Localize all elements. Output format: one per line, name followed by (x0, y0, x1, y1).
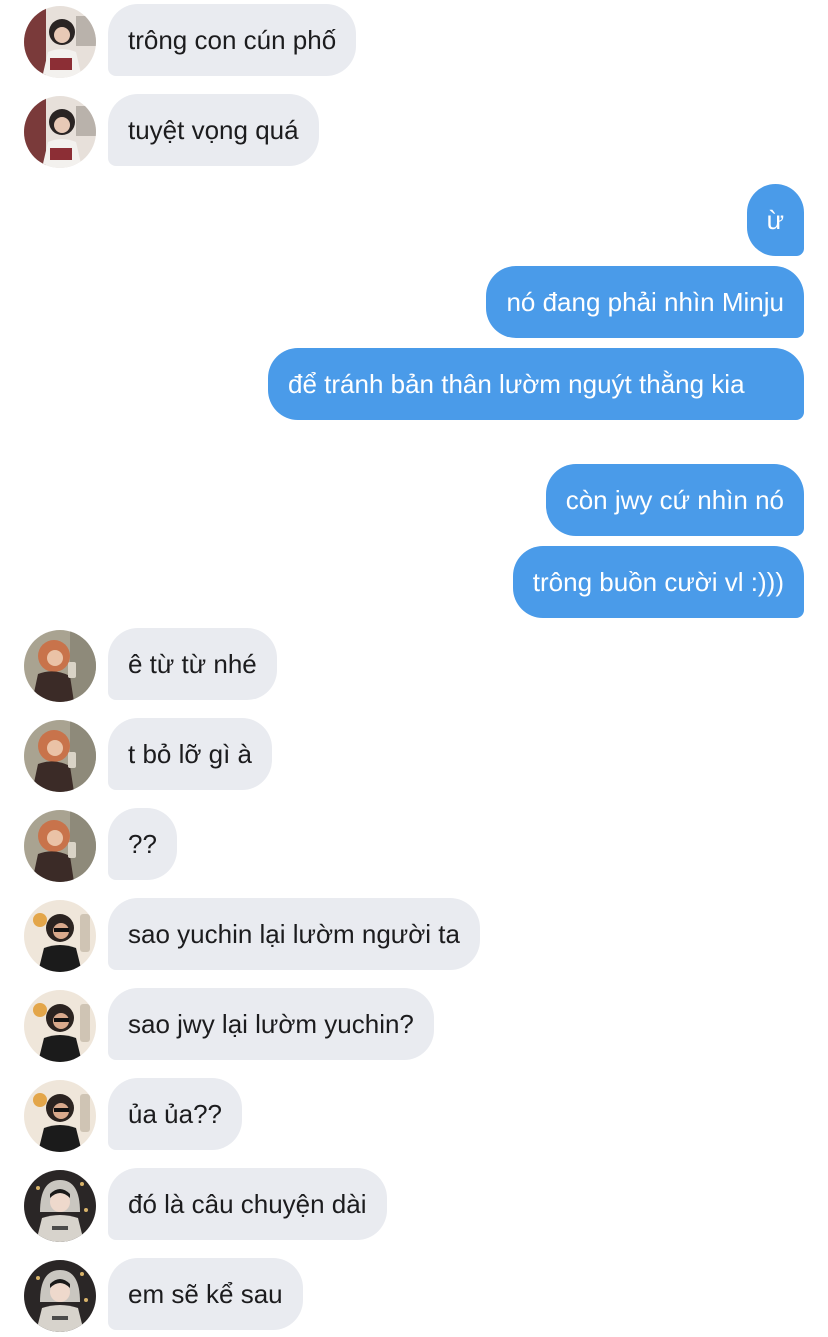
message-bubble-outgoing[interactable]: nó đang phải nhìn Minju (486, 266, 804, 338)
avatar[interactable] (24, 810, 96, 882)
avatar[interactable] (24, 720, 96, 792)
avatar[interactable] (24, 1170, 96, 1242)
message-bubble-incoming[interactable]: em sẽ kể sau (108, 1258, 303, 1330)
avatar-photo-icon (24, 6, 96, 78)
avatar[interactable] (24, 990, 96, 1062)
message-bubble-outgoing[interactable]: ừ (746, 184, 804, 256)
avatar[interactable] (24, 1260, 96, 1332)
avatar[interactable] (24, 96, 96, 168)
message-bubble-incoming[interactable]: sao yuchin lại lườm người ta (108, 898, 480, 970)
avatar-photo-icon (24, 630, 96, 702)
avatar-photo-icon (24, 720, 96, 792)
avatar[interactable] (24, 900, 96, 972)
message-bubble-incoming[interactable]: đó là câu chuyện dài (108, 1168, 387, 1240)
message-bubble-incoming[interactable]: sao jwy lại lườm yuchin? (108, 988, 434, 1060)
avatar-photo-icon (24, 96, 96, 168)
message-bubble-incoming[interactable]: ?? (108, 808, 177, 880)
message-bubble-incoming[interactable]: ủa ủa?? (108, 1078, 242, 1150)
avatar[interactable] (24, 630, 96, 702)
message-bubble-incoming[interactable]: trông con cún phố (108, 4, 357, 76)
message-bubble-incoming[interactable]: t bỏ lỡ gì à (108, 718, 273, 790)
message-bubble-incoming[interactable]: ê từ từ nhé (108, 628, 277, 700)
avatar-photo-icon (24, 1260, 96, 1332)
message-bubble-outgoing[interactable]: trông buồn cười vl :))) (512, 546, 804, 618)
avatar-photo-icon (24, 990, 96, 1062)
avatar-photo-icon (24, 810, 96, 882)
avatar-photo-icon (24, 1080, 96, 1152)
message-bubble-incoming[interactable]: tuyệt vọng quá (108, 94, 319, 166)
avatar-photo-icon (24, 1170, 96, 1242)
message-bubble-outgoing[interactable]: để tránh bản thân lườm nguýt thằng kia (268, 348, 804, 420)
message-bubble-outgoing[interactable]: còn jwy cứ nhìn nó (545, 464, 804, 536)
avatar[interactable] (24, 6, 96, 78)
avatar-photo-icon (24, 900, 96, 972)
avatar[interactable] (24, 1080, 96, 1152)
